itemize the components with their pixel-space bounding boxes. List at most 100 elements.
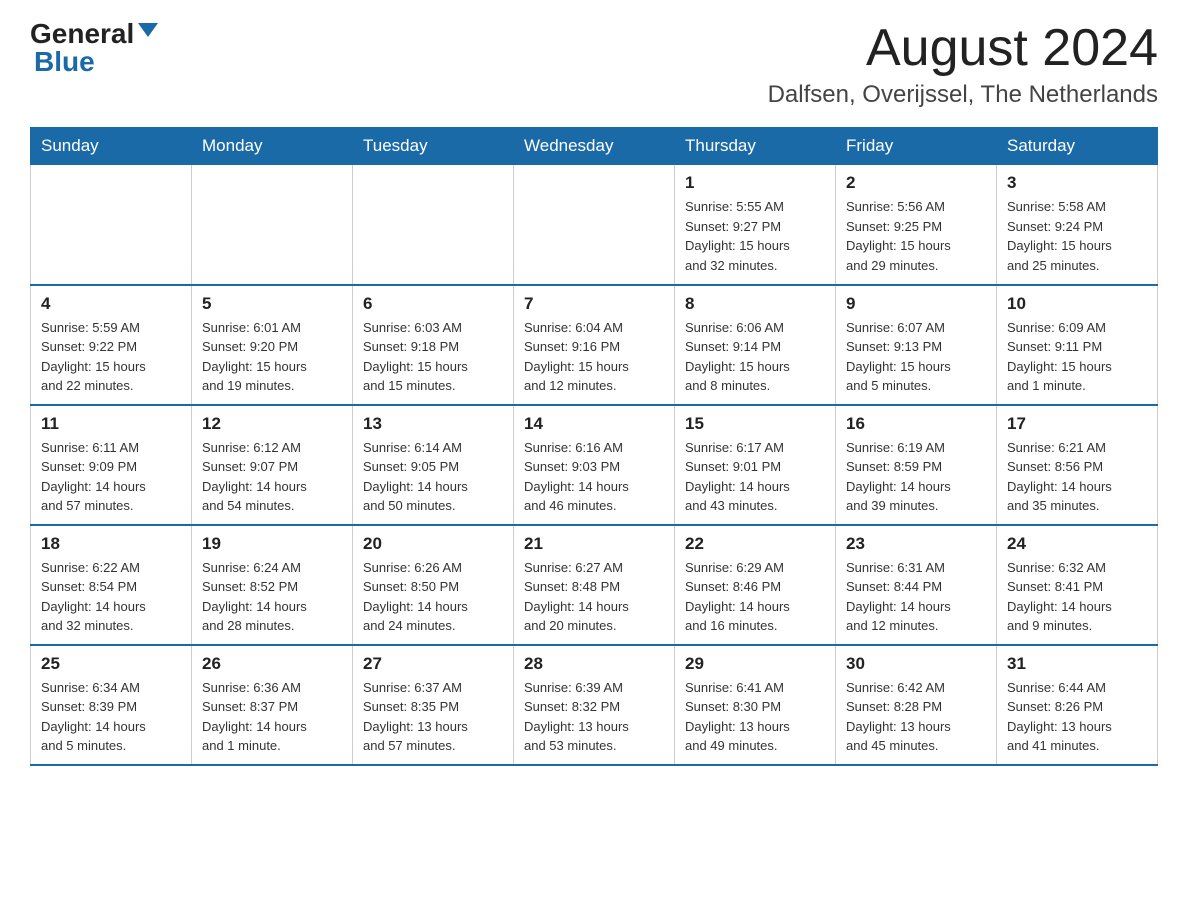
day-info: Sunrise: 5:59 AM Sunset: 9:22 PM Dayligh… [41, 318, 181, 396]
day-number: 12 [202, 414, 342, 434]
header-cell-monday: Monday [192, 128, 353, 165]
page-header: General Blue August 2024 Dalfsen, Overij… [30, 20, 1158, 109]
calendar-cell [192, 165, 353, 285]
calendar-cell: 6 Sunrise: 6:03 AM Sunset: 9:18 PM Daylig… [353, 285, 514, 405]
day-info: Sunrise: 6:22 AM Sunset: 8:54 PM Dayligh… [41, 558, 181, 636]
calendar-cell: 15Sunrise: 6:17 AM Sunset: 9:01 PM Dayli… [675, 405, 836, 525]
day-number: 9 [846, 294, 986, 314]
month-title: August 2024 [768, 20, 1158, 77]
day-number: 6 [363, 294, 503, 314]
day-info: Sunrise: 6:32 AM Sunset: 8:41 PM Dayligh… [1007, 558, 1147, 636]
header-cell-saturday: Saturday [997, 128, 1158, 165]
calendar-cell: 21Sunrise: 6:27 AM Sunset: 8:48 PM Dayli… [514, 525, 675, 645]
day-number: 26 [202, 654, 342, 674]
week-row-4: 18Sunrise: 6:22 AM Sunset: 8:54 PM Dayli… [31, 525, 1158, 645]
calendar-cell: 20 Sunrise: 6:26 AM Sunset: 8:50 PM Dayli… [353, 525, 514, 645]
calendar-cell: 11Sunrise: 6:11 AM Sunset: 9:09 PM Dayli… [31, 405, 192, 525]
day-info: Sunrise: 6:03 AM Sunset: 9:18 PM Dayligh… [363, 318, 503, 396]
day-number: 20 [363, 534, 503, 554]
header-cell-wednesday: Wednesday [514, 128, 675, 165]
logo-general: General [30, 20, 134, 48]
day-number: 16 [846, 414, 986, 434]
day-number: 22 [685, 534, 825, 554]
day-number: 14 [524, 414, 664, 434]
day-info: Sunrise: 6:06 AM Sunset: 9:14 PM Dayligh… [685, 318, 825, 396]
calendar-cell: 29 Sunrise: 6:41 AM Sunset: 8:30 PM Dayli… [675, 645, 836, 765]
day-number: 23 [846, 534, 986, 554]
day-number: 11 [41, 414, 181, 434]
day-number: 8 [685, 294, 825, 314]
calendar-cell: 12 Sunrise: 6:12 AM Sunset: 9:07 PM Dayli… [192, 405, 353, 525]
day-number: 13 [363, 414, 503, 434]
day-info: Sunrise: 5:58 AM Sunset: 9:24 PM Dayligh… [1007, 197, 1147, 275]
week-row-1: 1Sunrise: 5:55 AM Sunset: 9:27 PM Daylig… [31, 165, 1158, 285]
calendar-cell: 8 Sunrise: 6:06 AM Sunset: 9:14 PM Daylig… [675, 285, 836, 405]
calendar-cell [31, 165, 192, 285]
calendar-cell: 14 Sunrise: 6:16 AM Sunset: 9:03 PM Dayli… [514, 405, 675, 525]
day-info: Sunrise: 6:27 AM Sunset: 8:48 PM Dayligh… [524, 558, 664, 636]
header-cell-friday: Friday [836, 128, 997, 165]
calendar-cell: 18Sunrise: 6:22 AM Sunset: 8:54 PM Dayli… [31, 525, 192, 645]
calendar-cell: 5 Sunrise: 6:01 AM Sunset: 9:20 PM Daylig… [192, 285, 353, 405]
day-number: 29 [685, 654, 825, 674]
day-number: 31 [1007, 654, 1147, 674]
day-number: 1 [685, 173, 825, 193]
day-info: Sunrise: 6:21 AM Sunset: 8:56 PM Dayligh… [1007, 438, 1147, 516]
day-info: Sunrise: 6:12 AM Sunset: 9:07 PM Dayligh… [202, 438, 342, 516]
calendar-cell: 28 Sunrise: 6:39 AM Sunset: 8:32 PM Dayli… [514, 645, 675, 765]
day-number: 15 [685, 414, 825, 434]
day-number: 28 [524, 654, 664, 674]
calendar-cell: 24 Sunrise: 6:32 AM Sunset: 8:41 PM Dayli… [997, 525, 1158, 645]
calendar-header: SundayMondayTuesdayWednesdayThursdayFrid… [31, 128, 1158, 165]
day-info: Sunrise: 6:26 AM Sunset: 8:50 PM Dayligh… [363, 558, 503, 636]
day-info: Sunrise: 5:56 AM Sunset: 9:25 PM Dayligh… [846, 197, 986, 275]
day-info: Sunrise: 6:19 AM Sunset: 8:59 PM Dayligh… [846, 438, 986, 516]
day-number: 3 [1007, 173, 1147, 193]
week-row-2: 4 Sunrise: 5:59 AM Sunset: 9:22 PM Daylig… [31, 285, 1158, 405]
calendar-cell: 19Sunrise: 6:24 AM Sunset: 8:52 PM Dayli… [192, 525, 353, 645]
day-info: Sunrise: 6:36 AM Sunset: 8:37 PM Dayligh… [202, 678, 342, 756]
day-info: Sunrise: 6:29 AM Sunset: 8:46 PM Dayligh… [685, 558, 825, 636]
calendar-cell: 13 Sunrise: 6:14 AM Sunset: 9:05 PM Dayli… [353, 405, 514, 525]
header-row: SundayMondayTuesdayWednesdayThursdayFrid… [31, 128, 1158, 165]
day-number: 24 [1007, 534, 1147, 554]
day-number: 7 [524, 294, 664, 314]
calendar-cell: 16 Sunrise: 6:19 AM Sunset: 8:59 PM Dayli… [836, 405, 997, 525]
day-number: 4 [41, 294, 181, 314]
location-title: Dalfsen, Overijssel, The Netherlands [768, 81, 1158, 109]
calendar-cell [514, 165, 675, 285]
calendar-cell: 26 Sunrise: 6:36 AM Sunset: 8:37 PM Dayli… [192, 645, 353, 765]
calendar-cell: 4 Sunrise: 5:59 AM Sunset: 9:22 PM Daylig… [31, 285, 192, 405]
day-info: Sunrise: 6:16 AM Sunset: 9:03 PM Dayligh… [524, 438, 664, 516]
header-cell-tuesday: Tuesday [353, 128, 514, 165]
header-cell-sunday: Sunday [31, 128, 192, 165]
calendar-cell: 22 Sunrise: 6:29 AM Sunset: 8:46 PM Dayli… [675, 525, 836, 645]
day-info: Sunrise: 6:01 AM Sunset: 9:20 PM Dayligh… [202, 318, 342, 396]
calendar-cell: 10Sunrise: 6:09 AM Sunset: 9:11 PM Dayli… [997, 285, 1158, 405]
week-row-3: 11Sunrise: 6:11 AM Sunset: 9:09 PM Dayli… [31, 405, 1158, 525]
day-info: Sunrise: 6:41 AM Sunset: 8:30 PM Dayligh… [685, 678, 825, 756]
day-info: Sunrise: 6:14 AM Sunset: 9:05 PM Dayligh… [363, 438, 503, 516]
week-row-5: 25Sunrise: 6:34 AM Sunset: 8:39 PM Dayli… [31, 645, 1158, 765]
calendar-cell: 30Sunrise: 6:42 AM Sunset: 8:28 PM Dayli… [836, 645, 997, 765]
day-info: Sunrise: 6:31 AM Sunset: 8:44 PM Dayligh… [846, 558, 986, 636]
calendar-cell: 17Sunrise: 6:21 AM Sunset: 8:56 PM Dayli… [997, 405, 1158, 525]
day-info: Sunrise: 6:24 AM Sunset: 8:52 PM Dayligh… [202, 558, 342, 636]
logo-blue: Blue [34, 48, 95, 76]
logo-triangle-icon [138, 23, 158, 37]
day-info: Sunrise: 6:37 AM Sunset: 8:35 PM Dayligh… [363, 678, 503, 756]
calendar-cell: 3 Sunrise: 5:58 AM Sunset: 9:24 PM Daylig… [997, 165, 1158, 285]
day-number: 5 [202, 294, 342, 314]
day-info: Sunrise: 6:04 AM Sunset: 9:16 PM Dayligh… [524, 318, 664, 396]
title-block: August 2024 Dalfsen, Overijssel, The Net… [768, 20, 1158, 109]
calendar-cell: 9Sunrise: 6:07 AM Sunset: 9:13 PM Daylig… [836, 285, 997, 405]
calendar-cell: 7 Sunrise: 6:04 AM Sunset: 9:16 PM Daylig… [514, 285, 675, 405]
day-info: Sunrise: 6:42 AM Sunset: 8:28 PM Dayligh… [846, 678, 986, 756]
calendar-cell: 25Sunrise: 6:34 AM Sunset: 8:39 PM Dayli… [31, 645, 192, 765]
calendar-cell: 23 Sunrise: 6:31 AM Sunset: 8:44 PM Dayli… [836, 525, 997, 645]
calendar-cell: 1Sunrise: 5:55 AM Sunset: 9:27 PM Daylig… [675, 165, 836, 285]
day-info: Sunrise: 6:34 AM Sunset: 8:39 PM Dayligh… [41, 678, 181, 756]
day-info: Sunrise: 6:09 AM Sunset: 9:11 PM Dayligh… [1007, 318, 1147, 396]
day-info: Sunrise: 6:39 AM Sunset: 8:32 PM Dayligh… [524, 678, 664, 756]
calendar-body: 1Sunrise: 5:55 AM Sunset: 9:27 PM Daylig… [31, 165, 1158, 765]
